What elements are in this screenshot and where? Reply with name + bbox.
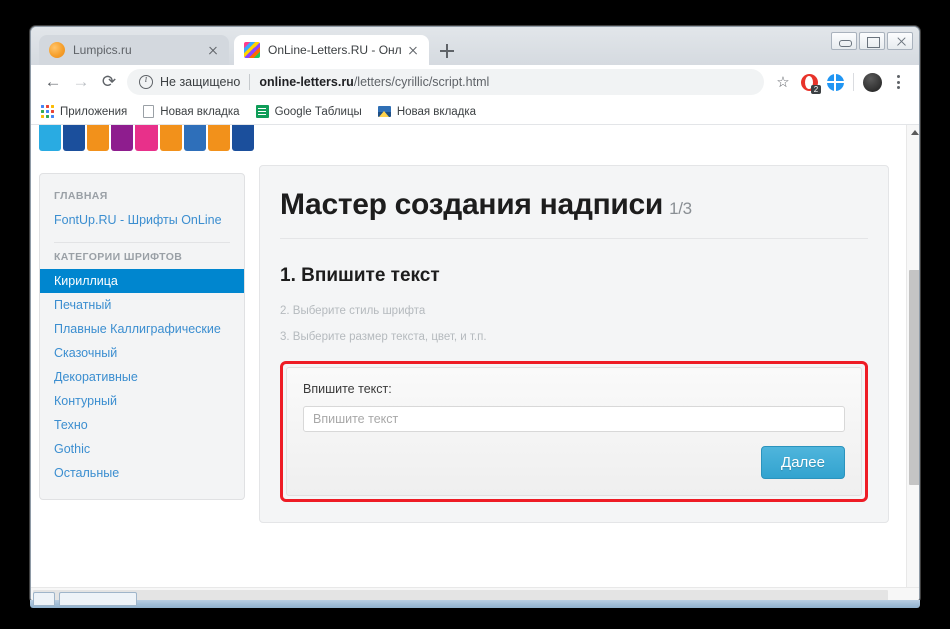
sidebar-heading-main: ГЛАВНАЯ <box>54 190 108 202</box>
page-content: ГЛАВНАЯ FontUp.RU - Шрифты OnLine КАТЕГО… <box>31 125 906 585</box>
sidebar-item-techno[interactable]: Техно <box>40 413 244 437</box>
close-icon[interactable] <box>205 42 221 58</box>
bookmark-star-icon[interactable]: ☆ <box>770 69 796 95</box>
divider <box>54 242 230 243</box>
divider <box>853 73 854 91</box>
taskbar-strip <box>30 600 920 608</box>
bookmark-label: Новая вкладка <box>396 105 477 118</box>
close-window-button[interactable] <box>887 32 913 50</box>
site-logo <box>39 125 254 151</box>
avatar-glyph <box>862 72 882 92</box>
browser-toolbar: ← → ⟳ Не защищено online-letters.ru /let… <box>31 65 919 99</box>
sidebar-item-fontup[interactable]: FontUp.RU - Шрифты OnLine <box>40 208 244 232</box>
tab-title: Lumpics.ru <box>73 43 132 57</box>
text-entry-form: Впишите текст: Далее <box>286 367 862 496</box>
sidebar-item-dekorativnye[interactable]: Декоративные <box>40 365 244 389</box>
taskbar-item[interactable] <box>33 592 55 606</box>
bookmark-label: Приложения <box>60 105 128 118</box>
form-actions: Далее <box>303 446 845 479</box>
sidebar-heading-categories: КАТЕГОРИИ ШРИФТОВ <box>54 251 183 263</box>
page-viewport: ГЛАВНАЯ FontUp.RU - Шрифты OnLine КАТЕГО… <box>31 125 919 600</box>
browser-tab-online-letters[interactable]: OnLine-Letters.RU - Онлайн ген <box>234 35 429 65</box>
google-sheets-icon <box>255 105 269 118</box>
text-input[interactable] <box>303 406 845 432</box>
bookmark-label: Новая вкладка <box>160 105 240 118</box>
bookmark-google-sheets[interactable]: Google Таблицы <box>255 105 362 118</box>
onlineletters-favicon-icon <box>244 42 260 58</box>
apps-grid-icon <box>41 105 54 118</box>
text-input-label: Впишите текст: <box>303 382 392 396</box>
sidebar-item-gothic[interactable]: Gothic <box>40 437 244 461</box>
sidebar-item-konturny[interactable]: Контурный <box>40 389 244 413</box>
step-3-label: 3. Выберите размер текста, цвет, и т.п. <box>280 331 487 343</box>
highlight-annotation: Впишите текст: Далее <box>280 361 868 502</box>
address-bar[interactable]: Не защищено online-letters.ru /letters/c… <box>127 69 764 95</box>
image-icon <box>377 106 391 117</box>
window-controls <box>831 32 913 50</box>
browser-menu-icon[interactable] <box>885 69 911 95</box>
bookmark-new-tab-2[interactable]: Новая вкладка <box>377 105 477 118</box>
close-icon[interactable] <box>405 42 421 58</box>
next-button[interactable]: Далее <box>761 446 845 479</box>
step-1-heading: 1. Впишите текст <box>280 265 440 286</box>
main-content-panel: Мастер создания надписи 1/3 1. Впишите те… <box>259 165 889 523</box>
horizontal-scrollbar[interactable] <box>31 587 919 600</box>
reload-icon[interactable]: ⟳ <box>95 68 123 96</box>
step-2-label: 2. Выберите стиль шрифта <box>280 305 426 317</box>
security-status-label: Не защищено <box>160 75 241 89</box>
url-domain: online-letters.ru <box>259 75 354 89</box>
step-counter: 1/3 <box>669 199 692 218</box>
bookmark-apps[interactable]: Приложения <box>41 105 127 118</box>
back-icon[interactable]: ← <box>39 68 67 96</box>
sidebar-item-skazochny[interactable]: Сказочный <box>40 341 244 365</box>
bookmark-new-tab-1[interactable]: Новая вкладка <box>143 105 240 118</box>
globe-glyph <box>826 73 844 91</box>
sidebar-item-calligraphic[interactable]: Плавные Каллиграфические <box>40 317 244 341</box>
sidebar-item-cyrillic[interactable]: Кириллица <box>40 269 244 293</box>
bookmark-label: Google Таблицы <box>274 105 362 118</box>
page-icon <box>143 105 155 118</box>
divider <box>249 74 251 90</box>
sidebar-item-ostalnye[interactable]: Остальные <box>40 461 244 485</box>
browser-tab-lumpics[interactable]: Lumpics.ru <box>39 35 229 65</box>
taskbar-item[interactable] <box>59 592 137 606</box>
vertical-scroll-thumb[interactable] <box>909 270 919 485</box>
taskbar-items <box>33 592 137 606</box>
opera-extension-icon[interactable]: 2 <box>796 69 822 95</box>
forward-icon[interactable]: → <box>67 68 95 96</box>
page-title: Мастер создания надписи 1/3 <box>280 188 868 239</box>
lumpics-favicon-icon <box>49 42 65 58</box>
vertical-scrollbar[interactable] <box>906 125 919 600</box>
globe-extension-icon[interactable] <box>822 69 848 95</box>
sidebar-item-pechatny[interactable]: Печатный <box>40 293 244 317</box>
info-circle-icon[interactable] <box>139 74 153 89</box>
url-path: /letters/cyrillic/script.html <box>353 75 490 89</box>
tab-title: OnLine-Letters.RU - Онлайн ген <box>268 43 401 57</box>
minimize-button[interactable] <box>831 32 857 50</box>
bookmarks-bar: Приложения Новая вкладка Google Таблицы … <box>31 99 919 125</box>
tab-strip: Lumpics.ru OnLine-Letters.RU - Онлайн ге… <box>31 27 919 65</box>
kebab-menu-glyph <box>896 75 900 89</box>
profile-avatar[interactable] <box>859 69 885 95</box>
browser-window: Lumpics.ru OnLine-Letters.RU - Онлайн ге… <box>30 26 920 601</box>
maximize-button[interactable] <box>859 32 885 50</box>
page-title-text: Мастер создания надписи <box>280 188 664 221</box>
extension-badge: 2 <box>811 85 821 94</box>
new-tab-icon[interactable] <box>437 41 457 61</box>
sidebar: ГЛАВНАЯ FontUp.RU - Шрифты OnLine КАТЕГО… <box>39 173 245 500</box>
scroll-up-icon[interactable] <box>907 125 919 140</box>
